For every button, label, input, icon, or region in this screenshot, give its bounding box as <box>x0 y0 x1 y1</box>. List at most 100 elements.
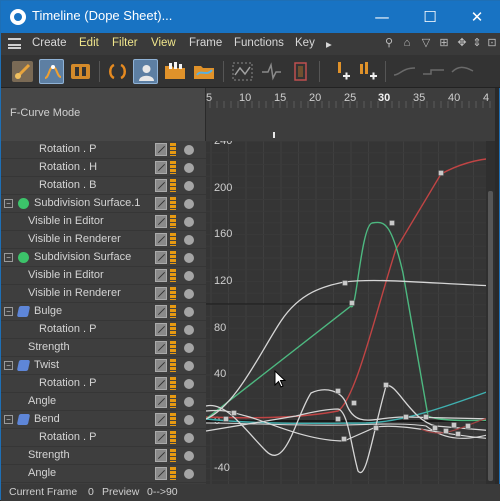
track-enable-dot-icon[interactable] <box>184 253 194 263</box>
keyframe-point[interactable] <box>349 300 355 306</box>
keyframe-lock-icon[interactable] <box>170 143 176 156</box>
track-enable-dot-icon[interactable] <box>184 199 194 209</box>
track-enable-dot-icon[interactable] <box>184 469 194 479</box>
hamburger-menu-icon[interactable] <box>8 38 21 49</box>
fcurve-frame-icon[interactable] <box>230 59 255 84</box>
collapse-toggle-icon[interactable]: − <box>4 199 13 208</box>
track-enable-dot-icon[interactable] <box>184 415 194 425</box>
keyframe-lock-icon[interactable] <box>170 269 176 282</box>
keyframe-point[interactable] <box>432 425 438 431</box>
keyframe-point[interactable] <box>231 410 237 416</box>
edit-pencil-icon[interactable] <box>155 431 167 444</box>
zoom-view-icon[interactable]: ⇕ <box>471 37 483 49</box>
playhead-marker[interactable] <box>273 132 275 138</box>
fcurve-linear-icon[interactable] <box>259 59 284 84</box>
track-row[interactable]: Visible in Editor <box>1 213 206 231</box>
edit-pencil-icon[interactable] <box>155 413 167 426</box>
edit-pencil-icon[interactable] <box>155 269 167 282</box>
track-row[interactable]: Rotation . P <box>1 429 206 447</box>
track-row[interactable]: Strength <box>1 447 206 465</box>
object-row[interactable]: − Subdivision Surface.1 <box>1 195 206 213</box>
collapse-toggle-icon[interactable]: − <box>4 307 13 316</box>
track-enable-dot-icon[interactable] <box>184 235 194 245</box>
menu-filter[interactable]: Filter <box>112 37 138 49</box>
keyframe-point[interactable] <box>438 170 444 176</box>
search-icon[interactable]: ⚲ <box>383 37 395 49</box>
vertical-scrollbar[interactable] <box>486 141 495 484</box>
keyframe-point[interactable] <box>373 425 379 431</box>
scrollbar-thumb[interactable] <box>488 191 493 481</box>
title-bar[interactable]: Timeline (Dope Sheet)... — ☐ ✕ <box>1 1 500 33</box>
folder-curve-icon[interactable] <box>192 59 217 84</box>
filter-icon[interactable]: ▽ <box>420 37 432 49</box>
keyframe-point[interactable] <box>383 382 389 388</box>
menu-functions[interactable]: Functions <box>234 37 284 49</box>
keyframe-point[interactable] <box>342 280 348 286</box>
add-keys-icon[interactable] <box>355 59 380 84</box>
folder-key-icon[interactable] <box>163 59 188 84</box>
edit-pencil-icon[interactable] <box>155 449 167 462</box>
edit-pencil-icon[interactable] <box>155 233 167 246</box>
keyframe-lock-icon[interactable] <box>170 431 176 444</box>
object-row[interactable]: − Bulge <box>1 303 206 321</box>
tangent-flat-icon[interactable] <box>392 59 417 84</box>
maximize-button[interactable]: ☐ <box>407 1 453 33</box>
keyframe-lock-icon[interactable] <box>170 305 176 318</box>
track-enable-dot-icon[interactable] <box>184 217 194 227</box>
keyframe-point[interactable] <box>451 422 457 428</box>
timeline-ruler[interactable]: 5 10 15 20 25 30 35 40 4 <box>206 88 495 141</box>
track-row[interactable]: Rotation . P <box>1 141 206 159</box>
track-enable-dot-icon[interactable] <box>184 325 194 335</box>
object-manager-icon[interactable] <box>133 59 158 84</box>
edit-pencil-icon[interactable] <box>155 341 167 354</box>
keyframe-lock-icon[interactable] <box>170 233 176 246</box>
track-enable-dot-icon[interactable] <box>184 379 194 389</box>
menu-frame[interactable]: Frame <box>189 37 222 49</box>
track-row[interactable]: Rotation . P <box>1 375 206 393</box>
track-enable-dot-icon[interactable] <box>184 433 194 443</box>
track-row[interactable]: Visible in Renderer <box>1 285 206 303</box>
edit-pencil-icon[interactable] <box>155 161 167 174</box>
keyframe-point[interactable] <box>403 414 409 420</box>
keyframe-lock-icon[interactable] <box>170 287 176 300</box>
edit-pencil-icon[interactable] <box>155 179 167 192</box>
keyframe-point[interactable] <box>423 414 429 420</box>
keyframe-point[interactable] <box>335 388 341 394</box>
keyframe-point[interactable] <box>465 423 471 429</box>
keyframe-lock-icon[interactable] <box>170 341 176 354</box>
track-row[interactable]: Rotation . B <box>1 177 206 195</box>
tangent-smooth-icon[interactable] <box>450 59 475 84</box>
object-row[interactable]: − Twist <box>1 357 206 375</box>
object-row[interactable]: − Bend <box>1 411 206 429</box>
move-view-icon[interactable]: ✥ <box>456 37 468 49</box>
track-enable-dot-icon[interactable] <box>184 343 194 353</box>
track-enable-dot-icon[interactable] <box>184 451 194 461</box>
track-enable-dot-icon[interactable] <box>184 145 194 155</box>
menu-more-arrow[interactable]: ▸ <box>326 37 332 51</box>
track-enable-dot-icon[interactable] <box>184 271 194 281</box>
loop-icon[interactable] <box>105 59 130 84</box>
edit-pencil-icon[interactable] <box>155 359 167 372</box>
new-window-icon[interactable]: ⊞ <box>438 37 450 49</box>
collapse-toggle-icon[interactable]: − <box>4 415 13 424</box>
edit-pencil-icon[interactable] <box>155 467 167 480</box>
keyframe-lock-icon[interactable] <box>170 215 176 228</box>
collapse-toggle-icon[interactable]: − <box>4 253 13 262</box>
track-row[interactable]: Rotation . H <box>1 159 206 177</box>
track-enable-dot-icon[interactable] <box>184 163 194 173</box>
keyframe-lock-icon[interactable] <box>170 377 176 390</box>
track-list[interactable]: Rotation . P Rotation . H Rotation . B − Sub… <box>1 141 206 484</box>
edit-pencil-icon[interactable] <box>155 287 167 300</box>
object-row[interactable]: − Subdivision Surface <box>1 249 206 267</box>
menu-create[interactable]: Create <box>32 37 67 49</box>
edit-pencil-icon[interactable] <box>155 323 167 336</box>
close-button[interactable]: ✕ <box>454 1 500 33</box>
track-row[interactable]: Rotation . P <box>1 321 206 339</box>
keyframe-lock-icon[interactable] <box>170 395 176 408</box>
home-icon[interactable]: ⌂ <box>401 37 413 49</box>
edit-pencil-icon[interactable] <box>155 197 167 210</box>
keyframe-point[interactable] <box>341 436 347 442</box>
maximize-view-icon[interactable]: ⊡ <box>486 37 498 49</box>
fcurve-range-icon[interactable] <box>288 59 313 84</box>
track-row[interactable]: Angle <box>1 393 206 411</box>
